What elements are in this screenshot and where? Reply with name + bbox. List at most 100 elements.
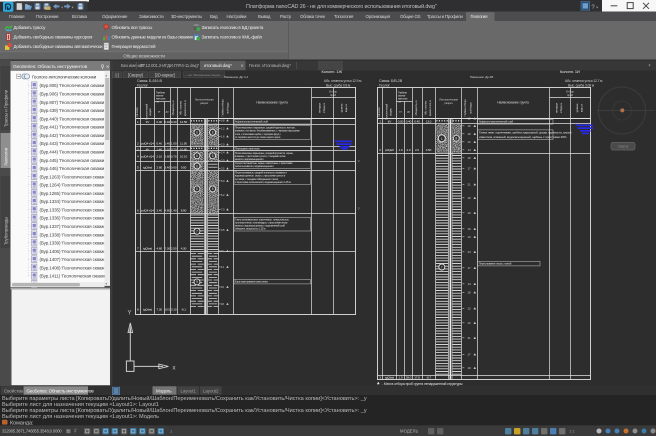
svg-text:8: 8 [212, 154, 214, 158]
svg-text:(Бур.440) 'Геологическая скваж: (Бур.440) 'Геологическая скважина [40, 116, 110, 121]
svg-text:8: 8 [212, 131, 214, 135]
svg-text:GeoSeries: Область инструменто: GeoSeries: Область инструментов [27, 389, 95, 394]
svg-text:17: 17 [468, 266, 472, 270]
svg-text:Выс. сруба 3.08 м: Выс. сруба 3.08 м [568, 83, 595, 87]
svg-text:Колонн. 1Ж: Колонн. 1Ж [322, 69, 343, 74]
svg-text:24: 24 [468, 250, 472, 254]
svg-text:pdQ4-tQ4: pdQ4-tQ4 [141, 208, 154, 212]
svg-text:(Бур.1264) 'Геологическая сква: (Бур.1264) 'Геологическая скважин [40, 183, 110, 188]
svg-text:(Бур.442) 'Геологическая скваж: (Бур.442) 'Геологическая скважина [40, 133, 110, 138]
svg-text:0.40: 0.40 [406, 119, 412, 123]
svg-text:2.0: 2.0 [221, 143, 225, 147]
svg-text:Обновить данные модели из базы: Обновить данные модели из базы скважин [112, 35, 194, 40]
svg-text:2.80: 2.80 [156, 166, 162, 170]
svg-text:(Бур.1337) 'Геологическая сква: (Бур.1337) 'Геологическая скважин [40, 224, 110, 229]
svg-text:Глина темн. коричневая, щебень: Глина темн. коричневая, щебень карьерный… [479, 131, 572, 135]
svg-text:7.30: 7.30 [156, 307, 162, 311]
svg-text:(Бур.443) 'Геологическая скваж: (Бур.443) 'Геологическая скважина [40, 141, 110, 146]
svg-text:14: 14 [468, 282, 472, 286]
svg-text:12: 12 [468, 321, 472, 325]
svg-text:Геология: Геология [471, 14, 489, 19]
svg-text:7: 7 [196, 230, 198, 234]
svg-text:уровень: уровень [341, 103, 344, 112]
svg-text:[2D-каркас]: [2D-каркас] [155, 72, 175, 77]
svg-text:7.30: 7.30 [164, 247, 170, 251]
svg-text:0.40: 0.40 [156, 142, 162, 146]
svg-text:(Бур.445) 'Геологическая скваж: (Бур.445) 'Геологическая скважина [40, 158, 110, 163]
svg-text:8: 8 [455, 137, 457, 141]
svg-text:проб воды: проб воды [227, 102, 230, 114]
svg-text:[-]: [-] [115, 72, 118, 77]
svg-text:▾: ▾ [649, 63, 651, 68]
svg-text:Сверху: Сверху [618, 145, 629, 149]
svg-text:(Бур.1411) 'Геологическая сква: (Бур.1411) 'Геологическая скважин [40, 274, 110, 279]
svg-text:кровли слоя, м: кровли слоя, м [184, 100, 187, 116]
svg-text:1.6: 1.6 [221, 135, 225, 139]
svg-text:(Бур.1263) 'Геологическая сква: (Бур.1263) 'Геологическая скважин [40, 174, 110, 179]
svg-text:8.90: 8.90 [181, 208, 187, 212]
svg-text:7: 7 [441, 265, 443, 269]
svg-text:19: 19 [468, 196, 472, 200]
svg-text:3.5: 3.5 [221, 167, 225, 171]
svg-text:проб: проб [567, 93, 574, 97]
svg-text:(Бур.906) 'Геологическая скваж: (Бур.906) 'Геологическая скважина [40, 92, 110, 97]
svg-text:Layout1: Layout1 [181, 389, 197, 394]
svg-text:0.40: 0.40 [414, 119, 420, 123]
svg-text:▾: ▾ [596, 5, 598, 9]
svg-text:Свойства: Свойства [4, 388, 24, 394]
svg-text:12: 12 [468, 117, 472, 121]
svg-text:tgQIwd: tgQIwd [385, 376, 394, 380]
svg-text:известняк, влажный, водонасыще: известняк, влажный, водонасыщенный, щебе… [479, 135, 567, 139]
svg-text:Выс. сруба 0.8 м: Выс. сруба 0.8 м [326, 83, 351, 87]
svg-text:Платформа nanoCAD 26 - не дл: Платформа nanoCAD 26 - не для коммерческ… [246, 3, 437, 10]
svg-text:Литологическая: Литологическая [195, 98, 214, 102]
svg-text:pdQвЛ: pdQвЛ [385, 148, 394, 152]
svg-text:(Бур.1339) 'Геологическая сква: (Бур.1339) 'Геологическая скважин [40, 241, 110, 246]
svg-text:с прослоями песка мелкого, вод: с прослоями песка мелкого, водонасыщенно… [235, 181, 291, 184]
svg-text:Трассы и Профили: Трассы и Профили [4, 89, 9, 127]
svg-text:(Бур.1334) 'Геологическая сква: (Бур.1334) 'Геологическая скважин [40, 199, 110, 204]
svg-text:6: 6 [196, 154, 198, 158]
svg-text:6: 6 [196, 164, 198, 168]
svg-text:Мощность, м: Мощность, м [414, 100, 418, 115]
svg-text:Асфальто-растительный слой: Асфальто-растительный слой [235, 121, 268, 124]
svg-text:№ слоя: № слоя [136, 107, 139, 117]
svg-text:проб воды: проб воды [470, 102, 473, 114]
svg-text:pdQ4-tQ4: pdQ4-tQ4 [141, 155, 154, 159]
svg-text:11.50: 11.50 [180, 142, 187, 146]
svg-text:8: 8 [212, 187, 214, 191]
svg-text:2.4: 2.4 [221, 151, 225, 155]
svg-text:Переслаивание песка с глиной: Переслаивание песка с глиной [479, 263, 512, 266]
svg-text:от серовато-желтого до темно-с: от серовато-желтого до темно-серого цвет… [235, 136, 281, 139]
svg-text:Обновить все трассы: Обновить все трассы [112, 25, 153, 30]
svg-text:6: 6 [196, 187, 198, 191]
svg-text:12.50: 12.50 [180, 120, 188, 124]
svg-text:10.5: 10.5 [164, 307, 170, 311]
svg-text:10: 10 [468, 211, 472, 215]
svg-text:воды, м: воды, м [345, 103, 348, 112]
svg-text:Добавить свободные скважины ав: Добавить свободные скважины автоматическ… [14, 44, 104, 49]
svg-text:Топология: Топология [334, 14, 354, 19]
svg-text:3.10: 3.10 [171, 307, 177, 311]
svg-text:3D-инструменты: 3D-инструменты [171, 14, 202, 19]
svg-text:(Бур.1335) 'Геологическая сква: (Бур.1335) 'Геологическая скважин [40, 207, 110, 212]
svg-text:Добавить свободные скважины ку: Добавить свободные скважины курсором [14, 35, 93, 40]
svg-text:Облака точек: Облака точек [300, 14, 325, 19]
svg-text:2.80: 2.80 [164, 155, 170, 159]
svg-text:2.0: 2.0 [415, 148, 419, 152]
svg-text:1.2: 1.2 [221, 127, 225, 131]
svg-text:Добавить трассу: Добавить трассу [14, 25, 47, 30]
svg-text:(Бур.1338) 'Геологическая сква: (Бур.1338) 'Геологическая скважин [40, 232, 110, 237]
svg-text:(Бур.441) 'Геологическая скваж: (Бур.441) 'Геологическая скважина [40, 125, 110, 130]
svg-text:0.40: 0.40 [164, 120, 170, 124]
svg-text:9.5: 9.5 [221, 228, 225, 232]
svg-text:Геолого-литологические колонки: Геолого-литологические колонки [32, 74, 97, 79]
svg-text:5.0: 5.0 [221, 179, 225, 183]
svg-text:до: до [407, 111, 411, 114]
svg-text:19: 19 [468, 124, 472, 128]
svg-text:-8.7: -8.7 [426, 376, 431, 380]
svg-text:tgQIwd: tgQIwd [143, 307, 152, 311]
svg-text:Асфальто-растительный слой: Асфальто-растительный слой [479, 120, 514, 124]
svg-text:Вывод: Вывод [258, 14, 271, 19]
svg-text:Глубина отбора: Глубина отбора [464, 99, 467, 117]
